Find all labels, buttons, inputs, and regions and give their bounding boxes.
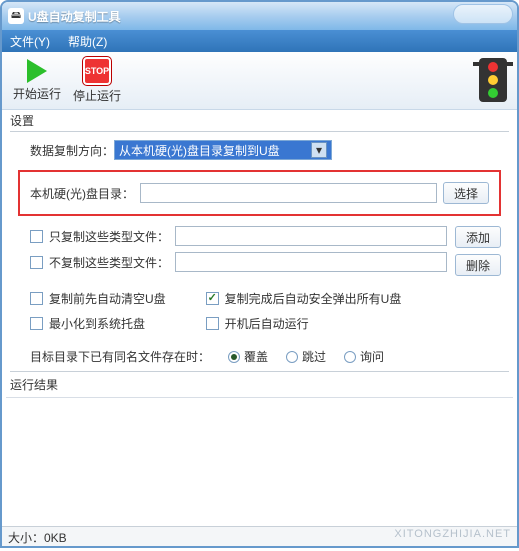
app-icon: 🖴	[8, 8, 24, 24]
clear-before-label: 复制前先自动清空U盘	[49, 290, 166, 307]
radio-overwrite	[228, 351, 240, 363]
stop-icon: STOP	[83, 57, 111, 85]
autorun-checkbox[interactable]	[206, 317, 219, 330]
green-light-icon	[488, 88, 498, 98]
menu-help[interactable]: 帮助(Z)	[68, 33, 107, 50]
select-dir-button[interactable]: 选择	[443, 182, 489, 204]
radio-ask	[344, 351, 356, 363]
radio-skip-label: 跳过	[302, 348, 326, 365]
chevron-down-icon: ▾	[311, 142, 327, 158]
radio-ask-label: 询问	[360, 348, 384, 365]
eject-after-label: 复制完成后自动安全弹出所有U盘	[225, 290, 402, 307]
results-area	[6, 397, 513, 525]
menu-file[interactable]: 文件(Y)	[10, 33, 50, 50]
play-icon	[27, 59, 47, 83]
only-copy-input[interactable]	[175, 226, 447, 246]
stop-label: 停止运行	[73, 87, 121, 104]
options-grid: 复制前先自动清空U盘 最小化到系统托盘 复制完成后自动安全弹出所有U盘 开机后自…	[30, 290, 501, 340]
local-dir-highlight-box: 本机硬(光)盘目录： 选择	[18, 170, 501, 216]
clear-before-row: 复制前先自动清空U盘	[30, 290, 166, 307]
window-controls[interactable]	[453, 4, 513, 24]
statusbar: 大小：0KB	[2, 526, 517, 546]
toolbar: 开始运行 STOP 停止运行	[2, 52, 517, 110]
divider	[10, 371, 509, 372]
traffic-light-icon	[479, 58, 507, 102]
only-copy-checkbox[interactable]	[30, 230, 43, 243]
minimize-tray-label: 最小化到系统托盘	[49, 315, 145, 332]
direction-row: 数据复制方向： 从本机硬(光)盘目录复制到U盘 ▾	[30, 140, 501, 160]
direction-label: 数据复制方向：	[30, 142, 114, 159]
stop-button[interactable]: STOP 停止运行	[70, 56, 124, 106]
direction-value: 从本机硬(光)盘目录复制到U盘	[119, 142, 280, 159]
eject-after-row: 复制完成后自动安全弹出所有U盘	[206, 290, 402, 307]
status-size: 大小：0KB	[8, 531, 67, 545]
yellow-light-icon	[488, 75, 498, 85]
radio-ask-item[interactable]: 询问	[344, 348, 384, 365]
add-button[interactable]: 添加	[455, 226, 501, 248]
local-dir-input[interactable]	[140, 183, 437, 203]
radio-overwrite-label: 覆盖	[244, 348, 268, 365]
menubar: 文件(Y) 帮助(Z)	[2, 30, 517, 52]
clear-before-checkbox[interactable]	[30, 292, 43, 305]
start-button[interactable]: 开始运行	[10, 56, 64, 106]
local-dir-label: 本机硬(光)盘目录：	[30, 185, 134, 202]
autorun-row: 开机后自动运行	[206, 315, 402, 332]
not-copy-input[interactable]	[175, 252, 447, 272]
only-copy-row: 只复制这些类型文件：	[30, 226, 447, 246]
direction-select[interactable]: 从本机硬(光)盘目录复制到U盘 ▾	[114, 140, 332, 160]
start-label: 开始运行	[13, 85, 61, 102]
eject-after-checkbox[interactable]	[206, 292, 219, 305]
only-copy-label: 只复制这些类型文件：	[49, 228, 169, 245]
app-window: 🖴 U盘自动复制工具 文件(Y) 帮助(Z) 开始运行 STOP 停止运行 设置…	[0, 0, 519, 548]
filter-buttons: 添加 删除	[455, 226, 501, 278]
options-col-left: 复制前先自动清空U盘 最小化到系统托盘	[30, 290, 166, 340]
divider	[10, 131, 509, 132]
filter-section: 只复制这些类型文件： 不复制这些类型文件： 添加 删除	[30, 226, 501, 278]
autorun-label: 开机后自动运行	[225, 315, 309, 332]
minimize-tray-checkbox[interactable]	[30, 317, 43, 330]
not-copy-checkbox[interactable]	[30, 256, 43, 269]
filter-left: 只复制这些类型文件： 不复制这些类型文件：	[30, 226, 447, 278]
duplicate-label: 目标目录下已有同名文件存在时：	[30, 348, 210, 365]
red-light-icon	[488, 62, 498, 72]
not-copy-label: 不复制这些类型文件：	[49, 254, 169, 271]
content-area: 设置 数据复制方向： 从本机硬(光)盘目录复制到U盘 ▾ 本机硬(光)盘目录： …	[2, 110, 517, 525]
titlebar[interactable]: 🖴 U盘自动复制工具	[2, 2, 517, 30]
window-title: U盘自动复制工具	[28, 8, 121, 25]
minimize-tray-row: 最小化到系统托盘	[30, 315, 166, 332]
settings-body: 数据复制方向： 从本机硬(光)盘目录复制到U盘 ▾ 本机硬(光)盘目录： 选择 …	[2, 134, 517, 369]
radio-skip	[286, 351, 298, 363]
not-copy-row: 不复制这些类型文件：	[30, 252, 447, 272]
options-col-right: 复制完成后自动安全弹出所有U盘 开机后自动运行	[206, 290, 402, 340]
radio-skip-item[interactable]: 跳过	[286, 348, 326, 365]
duplicate-action-row: 目标目录下已有同名文件存在时： 覆盖 跳过 询问	[30, 348, 501, 365]
radio-overwrite-item[interactable]: 覆盖	[228, 348, 268, 365]
settings-group-label: 设置	[2, 110, 517, 129]
delete-button[interactable]: 删除	[455, 254, 501, 276]
results-group-label: 运行结果	[2, 374, 517, 395]
